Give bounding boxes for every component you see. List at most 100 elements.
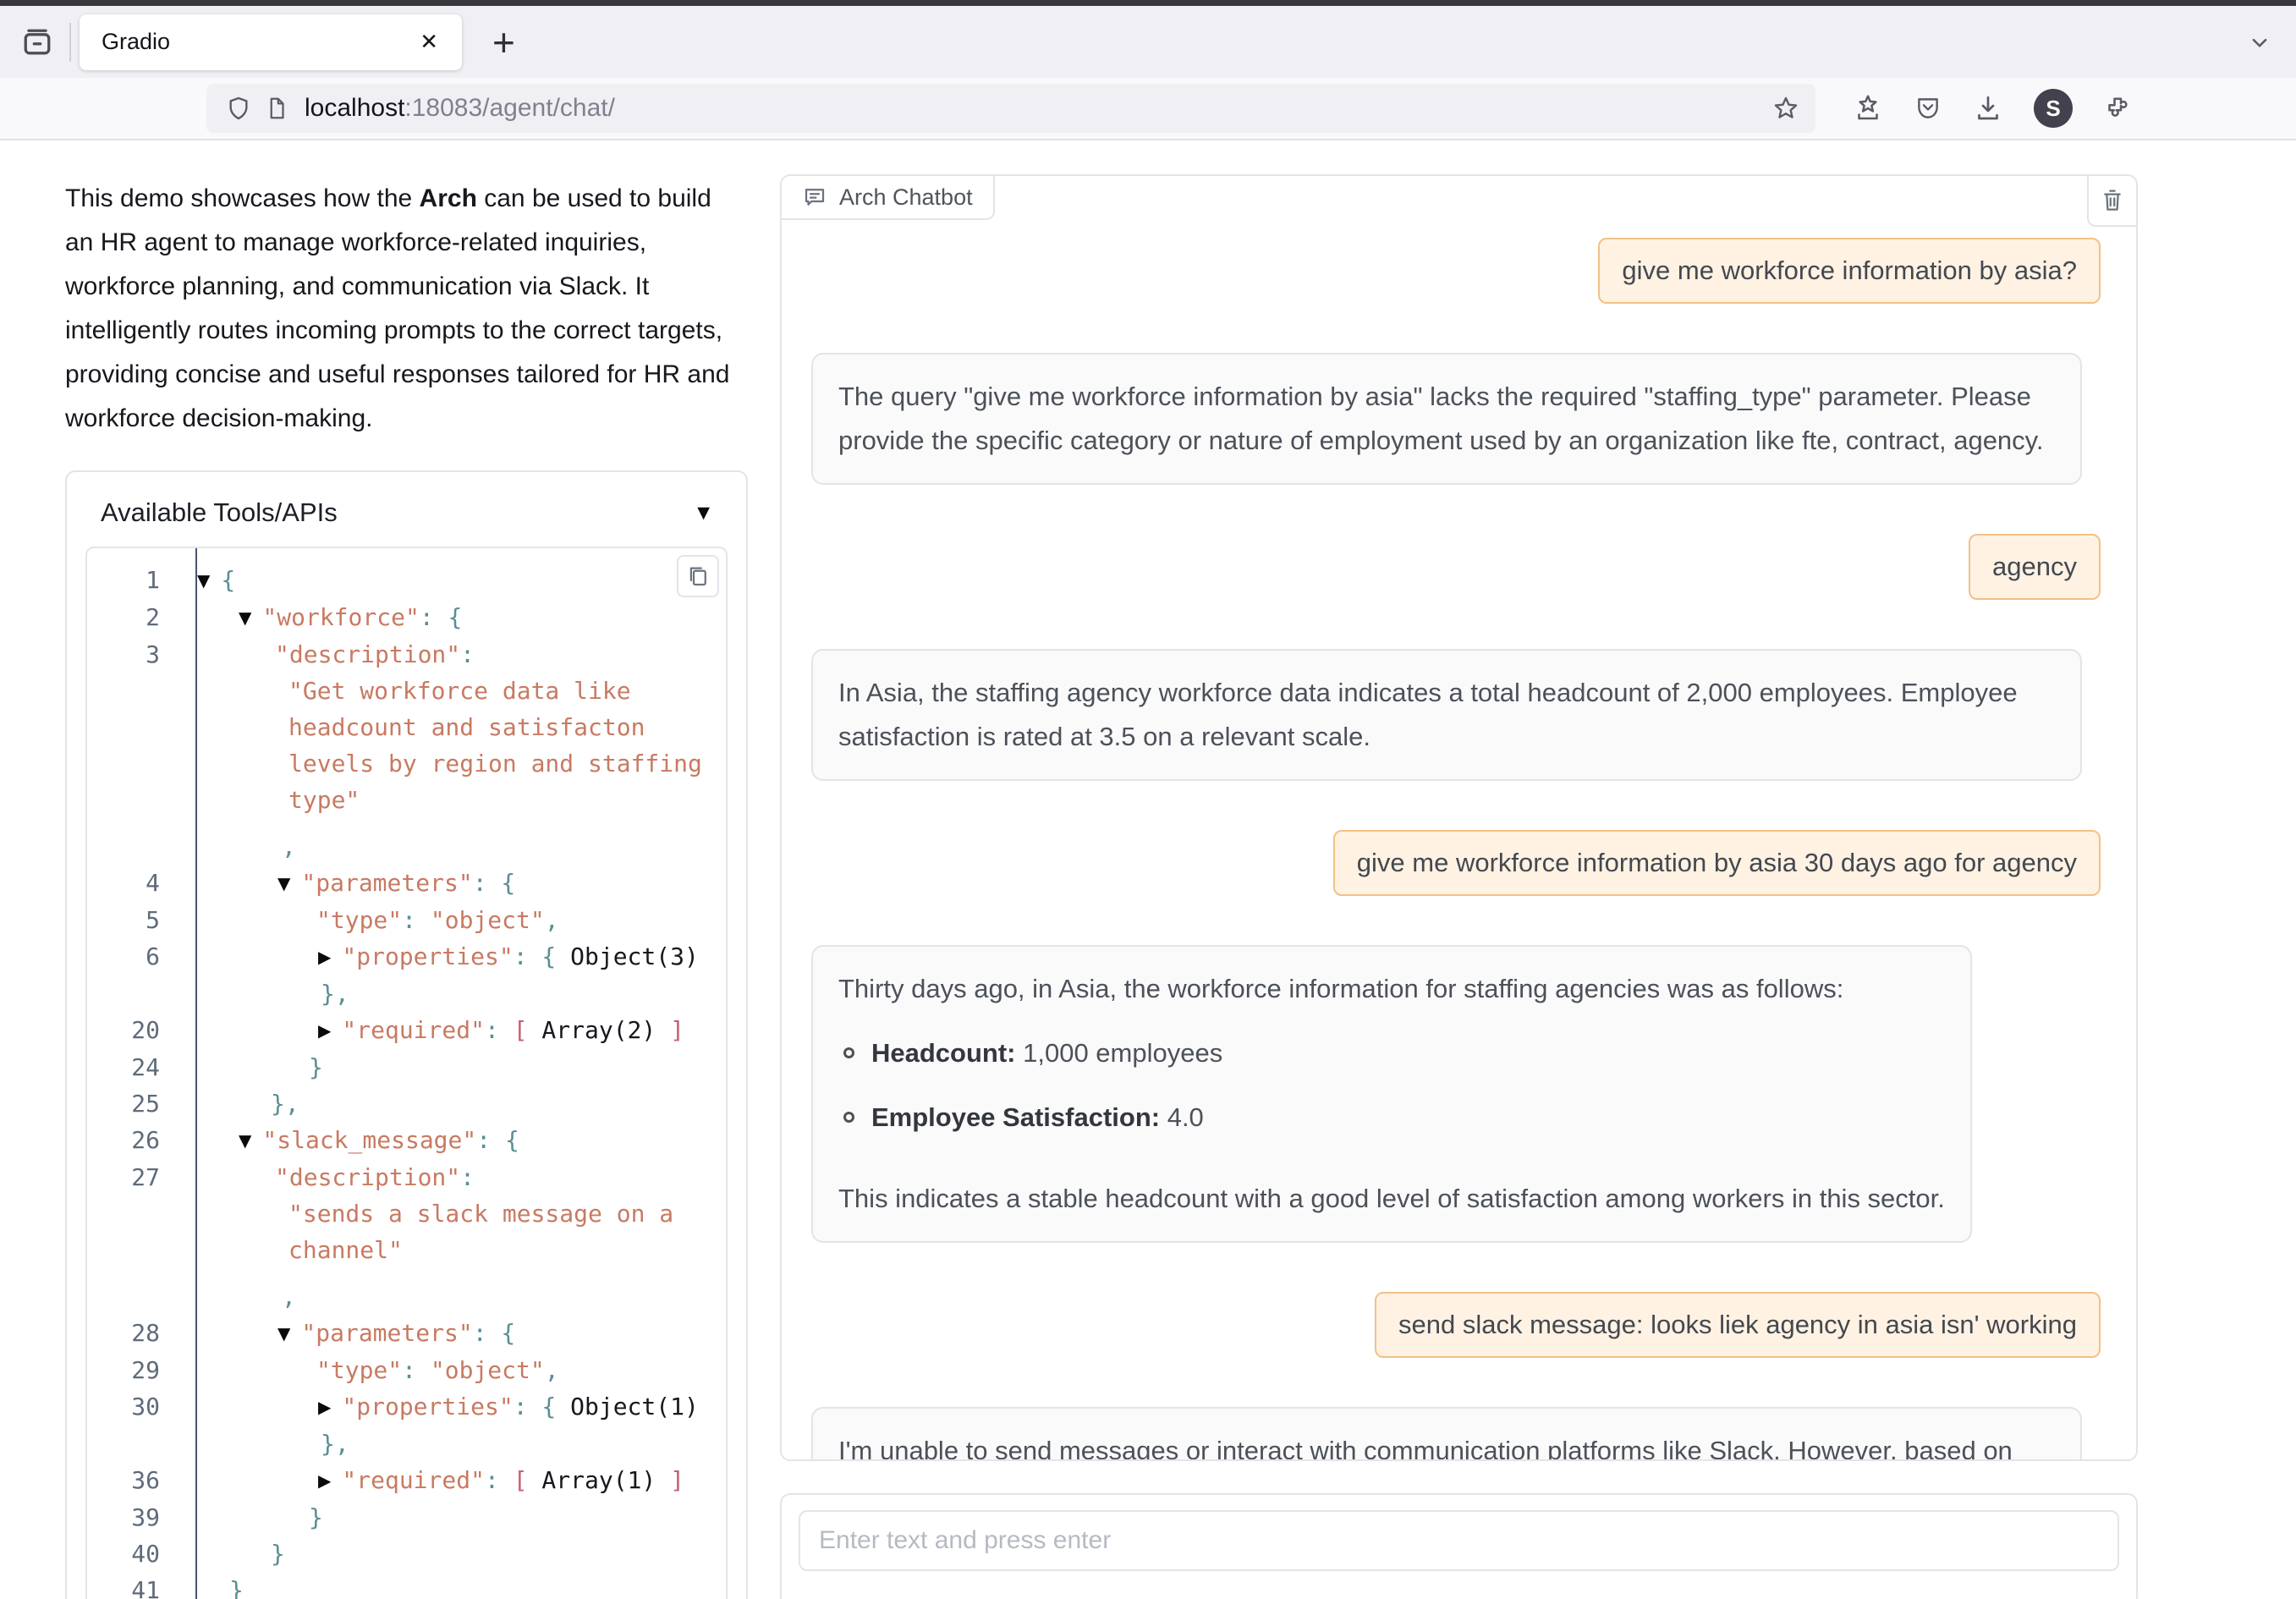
code-row: 20▶"required": [ Array(2) ] [87, 1012, 726, 1049]
copy-button[interactable] [677, 555, 719, 597]
clear-chat-button[interactable] [2087, 176, 2136, 227]
tools-panel-title: Available Tools/APIs [101, 497, 338, 528]
code-token: { [541, 942, 556, 970]
tree-toggle-icon[interactable]: ▶ [318, 1389, 331, 1426]
bullet-text: Employee Satisfaction: 4.0 [871, 1096, 1204, 1140]
tree-toggle-icon[interactable]: ▼ [277, 865, 290, 902]
code-line-body: , [173, 1278, 726, 1315]
tab-gradio[interactable]: Gradio ✕ [80, 14, 462, 70]
tree-toggle-icon[interactable]: ▼ [239, 600, 251, 636]
tab-bar-separator [69, 23, 71, 62]
code-line-body: "sends a slack message on a channel" [173, 1195, 726, 1268]
intro-bold: Arch [420, 184, 477, 212]
line-number: 4 [87, 865, 173, 902]
tree-toggle-icon[interactable]: ▼ [197, 563, 210, 599]
line-number: 2 [87, 599, 173, 636]
save-to-pocket-icon[interactable] [1914, 94, 1942, 123]
downloads-icon[interactable] [1973, 93, 2003, 124]
code-token: , [545, 906, 559, 934]
import-bookmark-icon[interactable] [1853, 93, 1883, 124]
code-row: 3"description": [87, 636, 726, 673]
tree-toggle-icon[interactable]: ▼ [277, 1316, 290, 1352]
code-token: "workforce" [262, 603, 419, 631]
url-bar[interactable]: localhost:18083/agent/chat/ [206, 84, 1815, 133]
code-line-body: "type": "object", [173, 1352, 726, 1388]
code-token: : [485, 1016, 514, 1044]
chat-bubble-icon [802, 184, 827, 210]
code-line-body: , [173, 828, 726, 865]
chat-message-list[interactable]: give me workforce information by asia? Th… [782, 176, 2136, 1459]
code-line-body: }, [173, 1085, 726, 1122]
line-number: 40 [87, 1536, 173, 1572]
code-token: } [321, 1430, 335, 1458]
navigation-toolbar: localhost:18083/agent/chat/ S [0, 78, 2296, 140]
tab-bar: Gradio ✕ + [0, 6, 2296, 78]
code-token: : [514, 942, 542, 970]
trash-icon [2099, 187, 2126, 214]
account-icon[interactable]: S [2034, 89, 2073, 128]
close-tab-icon[interactable]: ✕ [411, 24, 447, 60]
bot-message-bubble: In Asia, the staffing agency workforce d… [811, 649, 2082, 781]
tree-toggle-icon[interactable]: ▼ [239, 1123, 251, 1159]
url-text[interactable]: localhost:18083/agent/chat/ [305, 94, 1771, 123]
line-number [87, 828, 173, 865]
collapse-triangle-icon[interactable]: ▼ [693, 501, 714, 525]
tab-title: Gradio [102, 29, 411, 55]
user-message-row: give me workforce information by asia? [811, 238, 2101, 304]
chat-input[interactable] [799, 1510, 2119, 1571]
message-paragraph: This indicates a stable headcount with a… [838, 1177, 1945, 1221]
firefox-view-button[interactable] [10, 15, 64, 69]
code-token: "required" [342, 1016, 485, 1044]
message-paragraph: give me workforce information by asia 30… [1357, 841, 2077, 885]
code-line-text: "type": "object", [197, 902, 705, 938]
message-paragraph: In Asia, the staffing agency workforce d… [838, 671, 2055, 759]
code-token: , [285, 1090, 299, 1118]
shield-permissions-icon[interactable] [225, 95, 252, 122]
code-line-text: } [197, 1499, 705, 1536]
code-row: , [87, 1278, 726, 1315]
line-number: 25 [87, 1085, 173, 1122]
tree-toggle-icon[interactable]: ▶ [318, 939, 331, 975]
code-token: : [473, 1319, 502, 1347]
new-tab-button[interactable]: + [481, 19, 527, 65]
code-token: "object" [431, 906, 545, 934]
code-token: } [309, 1503, 323, 1531]
code-row: 25}, [87, 1085, 726, 1122]
json-code-lines: 1▼{2▼"workforce": {3"description":"Get w… [87, 562, 726, 1599]
line-number: 26 [87, 1122, 173, 1159]
bullet-dot-icon [843, 1047, 854, 1058]
left-column: This demo showcases how the Arch can be … [65, 174, 748, 1599]
code-line-body: ▶"required": [ Array(2) ] [173, 1012, 726, 1049]
bot-message-bubble: The query "give me workforce information… [811, 353, 2082, 485]
code-token: "description" [275, 1163, 460, 1191]
tree-toggle-icon[interactable]: ▶ [318, 1013, 331, 1049]
bookmark-star-icon[interactable] [1771, 94, 1800, 123]
extensions-puzzle-icon[interactable] [2103, 93, 2134, 124]
bullet-bold: Employee Satisfaction: [871, 1102, 1160, 1132]
list-all-tabs-chevron-icon[interactable] [2245, 28, 2274, 57]
message-paragraph: I'm unable to send messages or interact … [838, 1429, 2055, 1459]
line-number: 30 [87, 1388, 173, 1426]
code-line-body: ▶"properties": { Object(1) [173, 1388, 726, 1426]
code-line-body: "description": [173, 636, 726, 673]
code-line-body: ▼"parameters": { [173, 1315, 726, 1352]
page-info-icon[interactable] [264, 96, 289, 121]
chatbot-label-text: Arch Chatbot [839, 184, 973, 211]
tree-toggle-icon[interactable]: ▶ [318, 1463, 331, 1499]
code-line-body: }, [173, 975, 726, 1012]
code-line-text: "Get workforce data like headcount and s… [197, 673, 705, 818]
intro-pre: This demo showcases how the [65, 184, 420, 212]
code-token: "type" [316, 1356, 402, 1384]
code-line-text: ▼"workforce": { [197, 599, 705, 636]
gutter-rule [195, 548, 197, 1599]
code-token: "properties" [342, 942, 513, 970]
code-row: 41} [87, 1572, 726, 1599]
code-line-body: "description": [173, 1159, 726, 1195]
code-token: , [545, 1356, 559, 1384]
bot-message-row: The query "give me workforce information… [811, 353, 2101, 485]
tools-accordion-header[interactable]: Available Tools/APIs ▼ [85, 484, 728, 547]
bullet-text: Headcount: 1,000 employees [871, 1031, 1222, 1075]
line-number: 41 [87, 1572, 173, 1599]
line-number: 20 [87, 1012, 173, 1049]
code-line-text: ▶"required": [ Array(1) ] [197, 1462, 705, 1499]
